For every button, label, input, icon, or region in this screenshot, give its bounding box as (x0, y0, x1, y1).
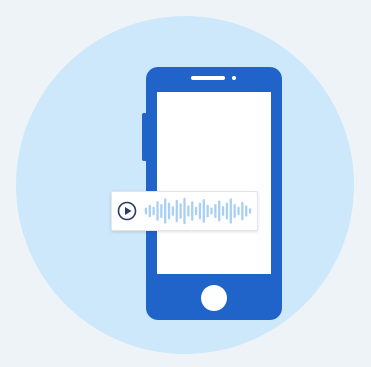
waveform-bar (241, 201, 244, 221)
play-triangle (125, 207, 132, 215)
waveform-bar (191, 201, 194, 221)
waveform-bar (194, 206, 198, 216)
waveform-bar (171, 206, 175, 216)
waveform-bar (245, 205, 248, 217)
waveform-bar (248, 208, 252, 214)
waveform-bar (198, 202, 202, 220)
waveform-bar (175, 199, 178, 223)
waveform-bar (229, 198, 232, 224)
waveform-bar (164, 198, 167, 224)
phone-camera (232, 76, 236, 80)
waveform-bar (233, 204, 236, 218)
voice-message-bubble[interactable] (111, 191, 258, 231)
waveform-bar (225, 202, 229, 220)
waveform-bar (152, 206, 155, 216)
phone-screen (157, 92, 271, 274)
waveform-bar (156, 201, 159, 221)
home-button (201, 285, 227, 311)
illustration (0, 0, 371, 367)
waveform-bar (218, 200, 221, 222)
waveform-bar (148, 204, 151, 218)
phone-speaker (191, 76, 225, 80)
play-circle-icon[interactable] (117, 201, 137, 221)
waveform-bar (179, 203, 182, 219)
waveform-bar (237, 206, 240, 216)
waveform-bar (187, 205, 190, 217)
waveform-bar (206, 204, 209, 218)
waveform-bar (167, 202, 171, 220)
waveform-bar (214, 204, 217, 218)
waveform-bar (160, 204, 163, 218)
waveform-bar (210, 207, 213, 215)
waveform-bar (183, 197, 186, 225)
waveform-bar (202, 199, 205, 223)
audio-waveform-icon (144, 197, 252, 225)
waveform-bar (144, 207, 148, 215)
waveform-bar (221, 206, 225, 216)
